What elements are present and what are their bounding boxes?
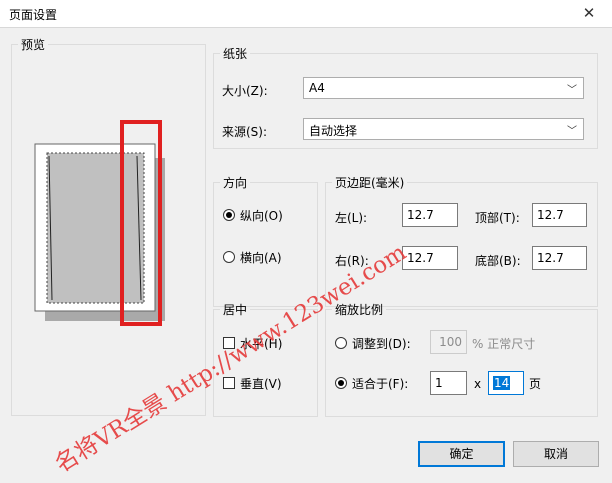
fit-to-radio[interactable] <box>335 377 347 389</box>
center-legend: 居中 <box>223 303 248 317</box>
landscape-radio[interactable] <box>223 251 235 263</box>
fit-times-label: x <box>474 377 482 391</box>
margin-top-label: 顶部(T): <box>475 211 520 225</box>
fit-to-label[interactable]: 适合于(F): <box>352 375 408 392</box>
paper-source-select[interactable]: 自动选择 ﹀ <box>303 118 584 140</box>
adjust-percent-input[interactable]: 100 <box>430 330 467 354</box>
chevron-down-icon: ﹀ <box>567 85 577 96</box>
printable-area <box>46 152 145 304</box>
orientation-legend: 方向 <box>223 176 248 190</box>
fit-tall-input[interactable]: 14 <box>488 371 524 395</box>
margin-top-input[interactable]: 12.7 <box>532 203 587 227</box>
margin-left-label: 左(L): <box>335 211 368 225</box>
landscape-label[interactable]: 横向(A) <box>240 249 282 266</box>
margins-legend: 页边距(毫米) <box>335 176 405 190</box>
page-preview-graphic <box>34 120 165 326</box>
chevron-down-icon: ﹀ <box>567 126 577 137</box>
vertical-label[interactable]: 垂直(V) <box>240 375 282 392</box>
adjust-suffix: % 正常尺寸 <box>472 337 536 351</box>
paper-source-value: 自动选择 <box>309 124 358 138</box>
adjust-to-label[interactable]: 调整到(D): <box>352 335 411 352</box>
fit-tall-value: 14 <box>493 376 511 390</box>
orientation-group: 方向 <box>213 174 318 307</box>
page-setup-dialog: 预览 纸张 大小(Z): A4 ﹀ 来源(S): 自动选择 ﹀ 方向 纵向(O)… <box>0 28 612 483</box>
scaling-group: 缩放比例 <box>325 301 598 417</box>
title-bar: 页面设置 ✕ <box>0 0 612 28</box>
paper-legend: 纸张 <box>223 47 248 61</box>
fit-pages-suffix: 页 <box>529 377 542 391</box>
paper-size-value: A4 <box>309 81 325 95</box>
portrait-label[interactable]: 纵向(O) <box>240 207 283 224</box>
cancel-button[interactable]: 取消 <box>513 441 599 467</box>
portrait-radio[interactable] <box>223 209 235 221</box>
fit-wide-input[interactable]: 1 <box>430 371 467 395</box>
paper-source-label: 来源(S): <box>222 125 268 139</box>
paper-size-select[interactable]: A4 ﹀ <box>303 77 584 99</box>
vertical-checkbox[interactable] <box>223 377 235 389</box>
window-title: 页面设置 <box>9 8 58 22</box>
margin-bottom-label: 底部(B): <box>475 254 521 268</box>
adjust-to-radio[interactable] <box>335 337 347 349</box>
paper-size-label: 大小(Z): <box>222 84 268 98</box>
margin-bottom-input[interactable]: 12.7 <box>532 246 587 270</box>
close-icon[interactable]: ✕ <box>566 0 612 27</box>
ok-button[interactable]: 确定 <box>418 441 505 467</box>
